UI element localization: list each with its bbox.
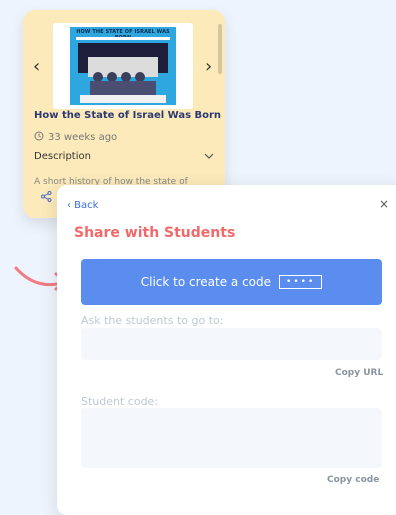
video-meta: 33 weeks ago: [34, 131, 117, 144]
chevron-down-icon: [204, 151, 214, 162]
clock-icon: [34, 131, 44, 144]
video-title[interactable]: How the State of Israel Was Born: [34, 110, 221, 121]
copy-url-button[interactable]: Copy URL: [335, 368, 383, 378]
copy-code-button[interactable]: Copy code: [327, 475, 379, 485]
student-code-label: Student code:: [81, 395, 159, 408]
chevron-right-icon[interactable]: ›: [205, 58, 212, 76]
video-age: 33 weeks ago: [48, 132, 118, 143]
video-thumbnail[interactable]: HOW THE STATE OF ISRAEL WAS BORN: [70, 27, 176, 105]
description-label: Description: [34, 151, 91, 162]
create-code-label: Click to create a code: [140, 275, 272, 289]
chevron-left-icon[interactable]: ‹: [33, 58, 40, 76]
share-panel: ‹ Back × Share with Students Click to cr…: [57, 185, 396, 515]
create-code-button[interactable]: Click to create a code ••••: [81, 259, 382, 305]
scrollbar[interactable]: [218, 24, 222, 74]
share-icon[interactable]: [41, 191, 52, 205]
thumbnail-frame: HOW THE STATE OF ISRAEL WAS BORN: [53, 23, 193, 109]
back-link[interactable]: ‹ Back: [67, 200, 98, 211]
close-icon[interactable]: ×: [379, 197, 389, 211]
goto-label: Ask the students to go to:: [81, 314, 224, 327]
student-url-field[interactable]: [81, 328, 382, 360]
description-toggle[interactable]: Description: [34, 151, 214, 162]
panel-title: Share with Students: [74, 225, 236, 241]
student-code-field[interactable]: [81, 408, 382, 468]
code-placeholder-dots: ••••: [279, 275, 323, 289]
